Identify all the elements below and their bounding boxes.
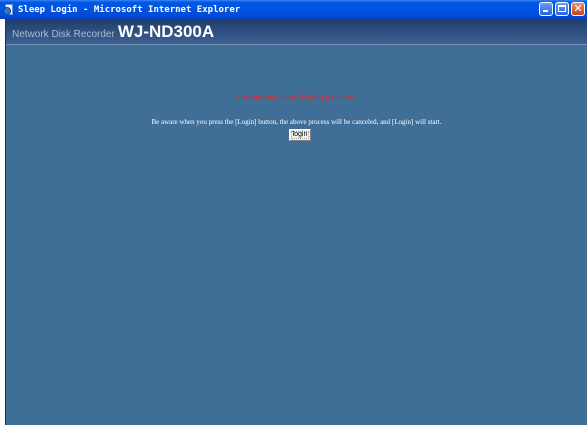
login-button[interactable]: login	[289, 129, 311, 141]
caption-buttons: ✕	[539, 2, 585, 16]
close-icon: ✕	[573, 2, 583, 15]
browser-window: Sleep Login - Microsoft Internet Explore…	[0, 0, 587, 425]
ie-icon	[3, 3, 15, 16]
maximize-button[interactable]	[555, 2, 569, 16]
window-title: Sleep Login - Microsoft Internet Explore…	[18, 4, 241, 15]
page-content: Network Disk Recorder WJ-ND300A Sleep me…	[5, 19, 587, 425]
maximize-icon	[558, 5, 566, 12]
status-message: Sleep memory process is being performed.	[236, 93, 357, 101]
product-model: WJ-ND300A	[117, 22, 215, 41]
info-message: Be aware when you press the [Login] butt…	[151, 118, 442, 126]
app-header: Network Disk Recorder WJ-ND300A	[6, 19, 587, 44]
window-titlebar[interactable]: Sleep Login - Microsoft Internet Explore…	[0, 0, 587, 19]
product-subtitle: Network Disk Recorder	[12, 29, 115, 40]
close-button[interactable]: ✕	[571, 2, 585, 16]
minimize-icon	[543, 10, 548, 12]
header-divider	[6, 44, 587, 45]
minimize-button[interactable]	[539, 2, 553, 16]
